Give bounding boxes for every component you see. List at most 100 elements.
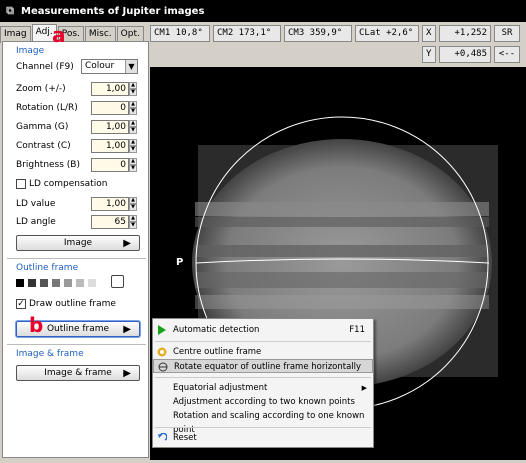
image-and-frame-button[interactable]: Image & frame ▶ [16, 365, 140, 381]
sr-button[interactable]: SR [494, 25, 520, 42]
pole-label: P [176, 257, 184, 268]
divider [7, 258, 146, 259]
ld-angle-stepper[interactable]: ▲▼ [91, 215, 137, 229]
ld-compensation-checkbox[interactable]: LD compensation [16, 179, 107, 189]
ld-value-label: LD value [16, 199, 56, 209]
measurement-toolbar: CM1 10,8° CM2 173,1° CM3 359,9° CLat +2,… [150, 24, 526, 64]
y-value: +0,485 [439, 46, 491, 63]
target-icon [157, 347, 167, 357]
gamma-input[interactable] [91, 120, 129, 134]
spin-down-icon[interactable]: ▼ [129, 222, 137, 229]
ld-value-input[interactable] [91, 197, 129, 211]
annotation-a: a [52, 23, 66, 47]
ld-angle-input[interactable] [91, 215, 129, 229]
checkbox-checked-icon[interactable]: ✓ [16, 299, 26, 309]
menu-item-label: Rotate equator of outline frame horizont… [174, 362, 362, 372]
contrast-label: Contrast (C) [16, 141, 71, 151]
menu-item-rotate-equator[interactable]: Rotate equator of outline frame horizont… [153, 359, 373, 373]
spin-up-icon[interactable]: ▲ [129, 215, 137, 222]
shortcut-label: F11 [349, 325, 365, 335]
clat-readout: CLat +2,6° [355, 25, 419, 42]
cloud-band [195, 202, 489, 216]
play-green-icon [157, 325, 167, 335]
draw-outline-label: Draw outline frame [29, 299, 116, 309]
adjust-panel: Image Channel (F9) Colour ▼ Zoom (+/-) ▲… [2, 41, 149, 458]
color-swatch[interactable] [64, 279, 72, 287]
spin-down-icon[interactable]: ▼ [129, 108, 137, 115]
menu-separator [155, 427, 371, 428]
spin-down-icon[interactable]: ▼ [129, 165, 137, 172]
divider [7, 344, 146, 345]
app-icon: ⧉ [6, 4, 14, 17]
gamma-stepper[interactable]: ▲▼ [91, 120, 137, 134]
spin-up-icon[interactable]: ▲ [129, 120, 137, 127]
back-button[interactable]: <-- [494, 46, 520, 63]
y-label: Y [422, 46, 436, 63]
color-swatch[interactable] [16, 279, 24, 287]
cm2-readout: CM2 173,1° [213, 25, 281, 42]
tab-strip: Imag Adj. Pos. Misc. Opt. [0, 24, 145, 43]
brightness-stepper[interactable]: ▲▼ [91, 158, 137, 172]
brightness-input[interactable] [91, 158, 129, 172]
image-button-label: Image [63, 238, 93, 248]
zoom-input[interactable] [91, 82, 129, 96]
checkbox-box[interactable] [16, 179, 26, 189]
spin-up-icon[interactable]: ▲ [129, 158, 137, 165]
draw-outline-checkbox[interactable]: ✓ Draw outline frame [16, 299, 116, 309]
spin-up-icon[interactable]: ▲ [129, 101, 137, 108]
menu-item-centre-outline[interactable]: Centre outline frame [153, 345, 373, 359]
menu-item-label: Equatorial adjustment [173, 383, 268, 393]
menu-item-rotation-scaling[interactable]: Rotation and scaling according to one kn… [153, 409, 373, 435]
spin-down-icon[interactable]: ▼ [129, 127, 137, 134]
zoom-label: Zoom (+/-) [16, 84, 66, 94]
menu-separator [155, 341, 371, 342]
menu-item-label: Adjustment according to two known points [173, 397, 355, 407]
cloud-band [195, 295, 489, 309]
image-and-frame-button-label: Image & frame [44, 368, 112, 378]
outline-frame-context-menu: Automatic detection F11 Centre outline f… [152, 318, 374, 448]
image-button[interactable]: Image ▶ [16, 235, 140, 251]
color-swatch[interactable] [88, 279, 96, 287]
spin-down-icon[interactable]: ▼ [129, 204, 137, 211]
menu-item-equatorial-adjustment[interactable]: Equatorial adjustment ▶ [153, 381, 373, 395]
spin-up-icon[interactable]: ▲ [129, 197, 137, 204]
cloud-band [195, 217, 489, 227]
zoom-stepper[interactable]: ▲▼ [91, 82, 137, 96]
brightness-label: Brightness (B) [16, 160, 80, 170]
play-arrow-icon: ▶ [123, 324, 131, 335]
x-value: +1,252 [439, 25, 491, 42]
play-arrow-icon: ▶ [123, 368, 131, 379]
menu-item-reset[interactable]: Reset [153, 431, 373, 445]
play-arrow-icon: ▶ [123, 238, 131, 249]
chevron-down-icon[interactable]: ▼ [125, 60, 137, 73]
cloud-band [195, 272, 489, 288]
annotation-b: b [29, 313, 44, 337]
menu-separator [155, 377, 371, 378]
menu-item-label: Reset [173, 433, 197, 443]
title-bar: ⧉ Measurements of Jupiter images [0, 0, 526, 22]
color-swatch[interactable] [52, 279, 60, 287]
rotate-circle-icon [158, 362, 168, 372]
contrast-input[interactable] [91, 139, 129, 153]
cm3-readout: CM3 359,9° [284, 25, 352, 42]
ld-angle-label: LD angle [16, 217, 56, 227]
color-swatch[interactable] [40, 279, 48, 287]
menu-item-label: Automatic detection [173, 325, 260, 335]
spin-up-icon[interactable]: ▲ [129, 82, 137, 89]
spin-up-icon[interactable]: ▲ [129, 139, 137, 146]
rotation-input[interactable] [91, 101, 129, 115]
selected-color-swatch[interactable] [111, 275, 124, 288]
menu-item-two-points[interactable]: Adjustment according to two known points [153, 395, 373, 409]
submenu-arrow-icon: ▶ [361, 384, 367, 392]
ld-value-stepper[interactable]: ▲▼ [91, 197, 137, 211]
color-swatch[interactable] [28, 279, 36, 287]
contrast-stepper[interactable]: ▲▼ [91, 139, 137, 153]
rotation-label: Rotation (L/R) [16, 103, 78, 113]
spin-down-icon[interactable]: ▼ [129, 89, 137, 96]
rotation-stepper[interactable]: ▲▼ [91, 101, 137, 115]
channel-select[interactable]: Colour ▼ [81, 59, 138, 74]
menu-item-label: Centre outline frame [173, 347, 262, 357]
menu-item-automatic-detection[interactable]: Automatic detection F11 [153, 323, 373, 337]
color-swatch[interactable] [76, 279, 84, 287]
spin-down-icon[interactable]: ▼ [129, 146, 137, 153]
